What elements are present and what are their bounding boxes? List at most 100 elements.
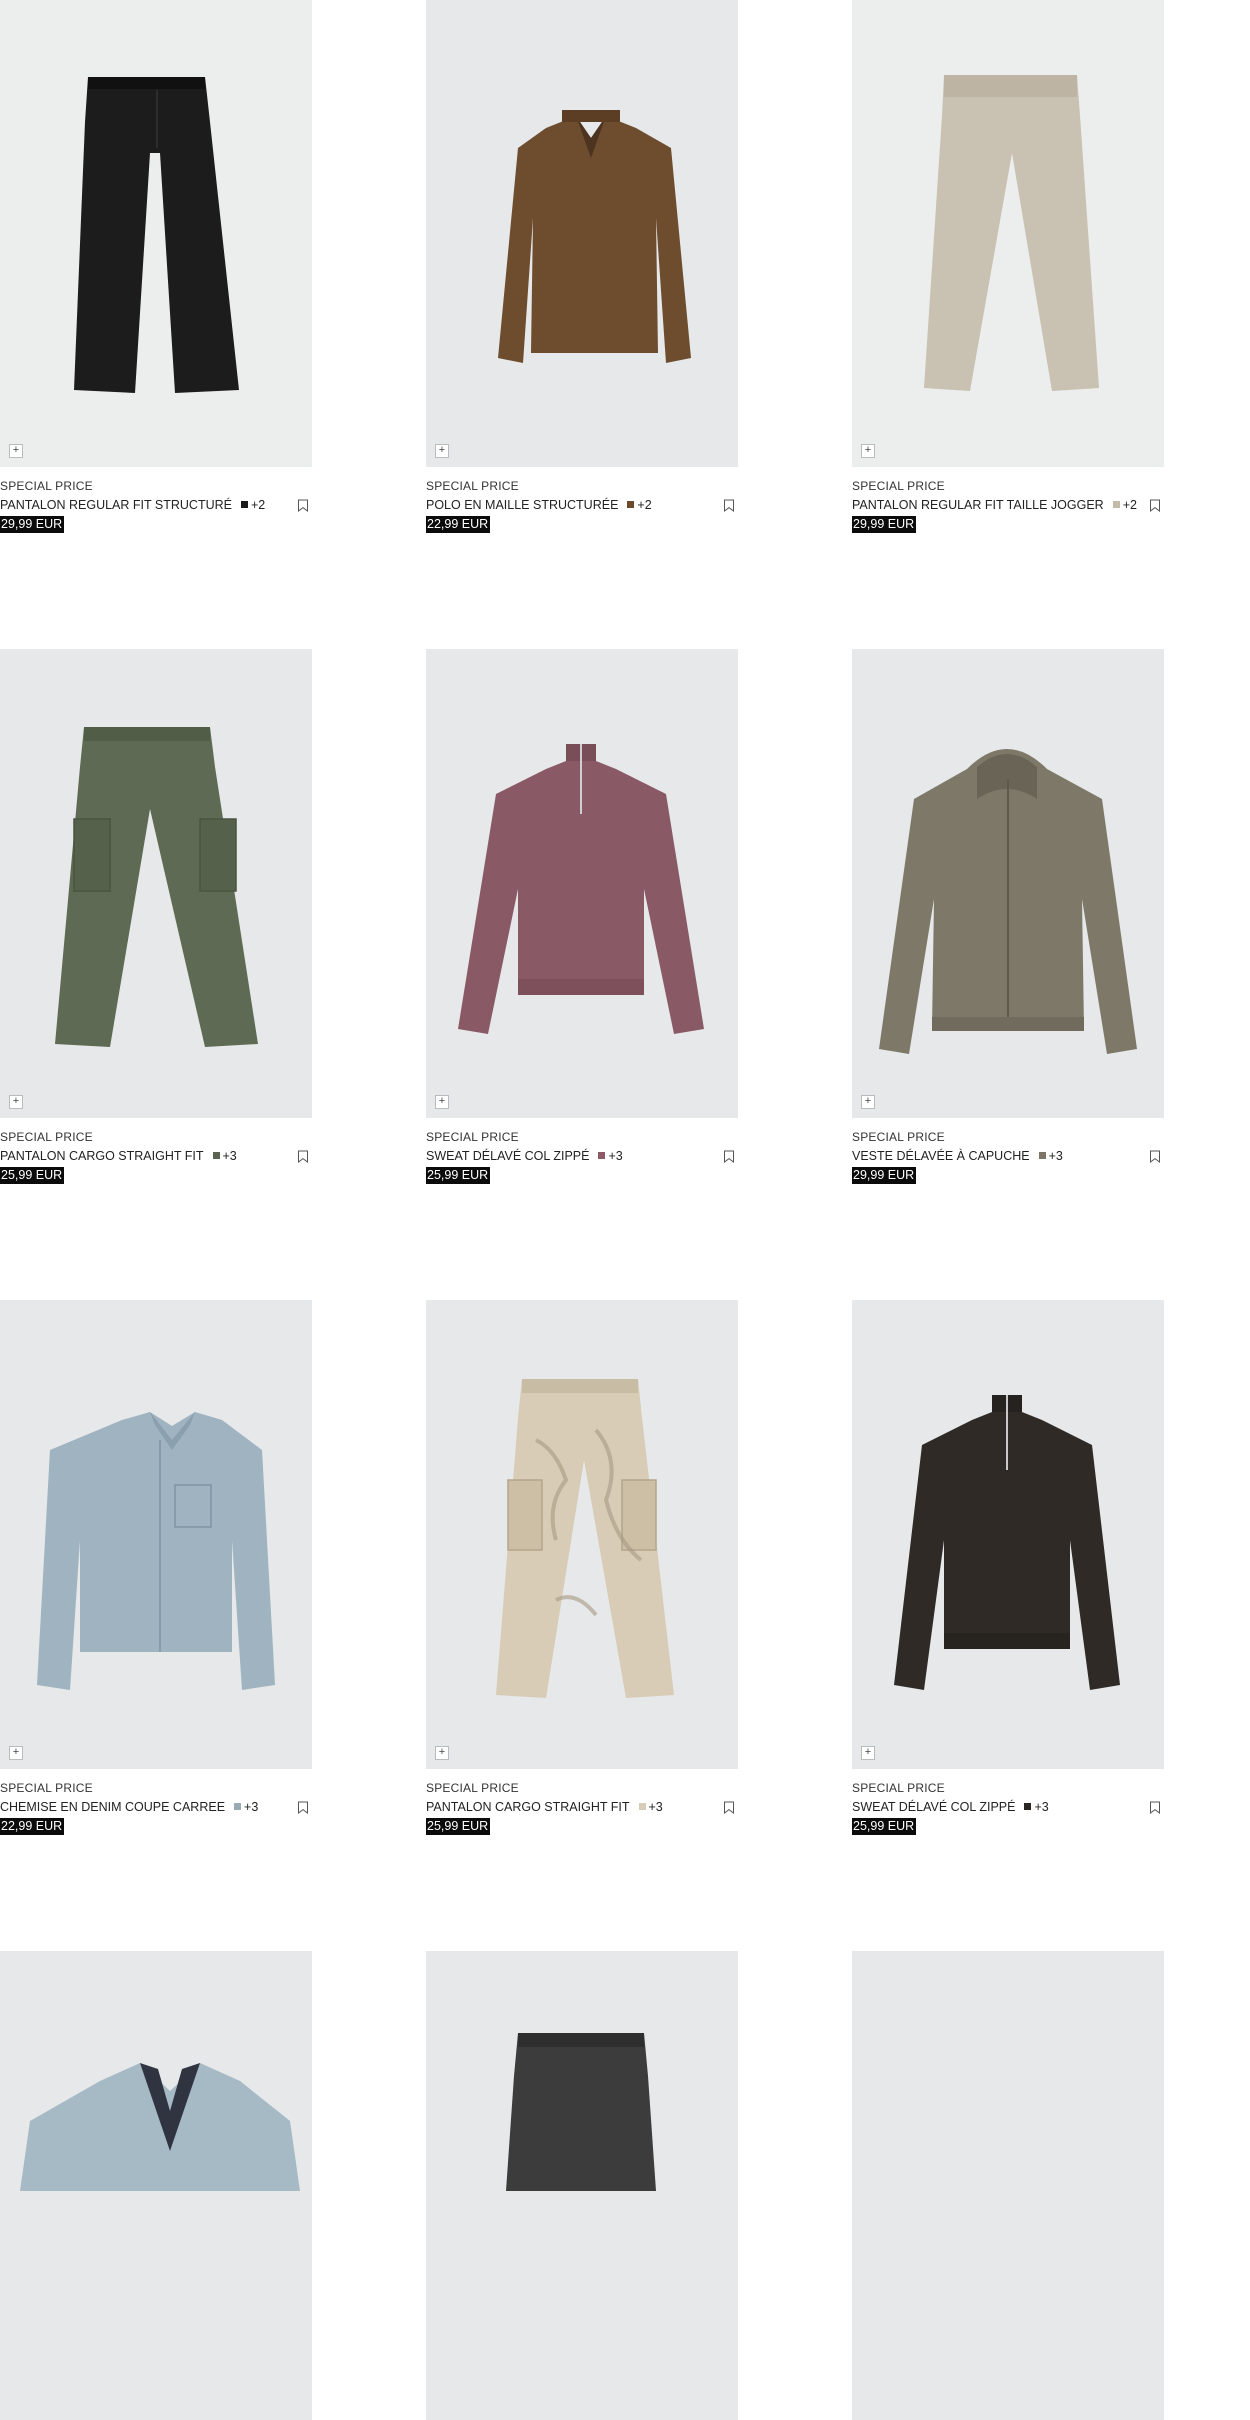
color-swatch[interactable] [234,1803,242,1810]
color-swatch[interactable] [1038,1152,1046,1159]
product-image-dark-zip-sweatshirt[interactable]: + [852,1300,1164,1769]
bookmark-icon[interactable] [297,1150,309,1164]
product-card[interactable]: + SPECIAL PRICE SWEAT DÉLAVÉ COL ZIPPÉ +3 25… [426,649,738,1184]
product-card[interactable] [852,1951,1164,2420]
product-price: 25,99 EUR [852,1818,917,1835]
garment-illustration [20,2063,300,2191]
product-image-grey-hooded-jacket[interactable]: + [852,649,1164,1118]
product-card[interactable]: + SPECIAL PRICE PANTALON REGULAR FIT TAILL… [852,0,1164,533]
product-info: SPECIAL PRICE POLO EN MAILLE STRUCTURÉE +2… [426,467,738,533]
color-swatch[interactable] [1024,1803,1032,1810]
product-image-light-blue-blazer[interactable] [0,1951,312,2420]
special-price-label: SPECIAL PRICE [426,1781,519,1795]
product-name[interactable]: SWEAT DÉLAVÉ COL ZIPPÉ [852,1800,1015,1814]
more-colors-count: +3 [608,1149,623,1163]
product-card[interactable]: + SPECIAL PRICE POLO EN MAILLE STRUCTURÉE +… [426,0,738,533]
garment-illustration [55,727,258,1047]
product-name-row[interactable]: PANTALON CARGO STRAIGHT FIT +3 [426,1800,663,1814]
special-price-label: SPECIAL PRICE [426,479,519,493]
product-grid: + SPECIAL PRICE PANTALON REGULAR FIT STRUC… [0,0,1250,2420]
special-price-label: SPECIAL PRICE [426,1130,519,1144]
product-name[interactable]: PANTALON REGULAR FIT TAILLE JOGGER [852,498,1104,512]
special-price-label: SPECIAL PRICE [0,1781,93,1795]
product-info: SPECIAL PRICE PANTALON CARGO STRAIGHT FIT… [0,1118,312,1184]
product-image-black-trousers[interactable]: + [0,0,312,467]
color-swatch[interactable] [240,501,248,508]
more-colors-count: +3 [222,1149,237,1163]
product-image-camo-cargo-trousers[interactable]: + [426,1300,738,1769]
product-card[interactable]: + SPECIAL PRICE PANTALON CARGO STRAIGHT FI… [426,1300,738,1835]
bookmark-icon[interactable] [723,1801,735,1815]
product-price: 25,99 EUR [0,1167,65,1184]
product-name[interactable]: POLO EN MAILLE STRUCTURÉE [426,498,618,512]
plus-icon[interactable]: + [861,444,875,458]
more-colors-count: +2 [250,498,266,512]
garment-illustration [894,1395,1120,1690]
plus-icon[interactable]: + [435,1095,449,1109]
product-card[interactable]: + SPECIAL PRICE PANTALON CARGO STRAIGHT FI… [0,649,312,1184]
product-name[interactable]: VESTE DÉLAVÉE À CAPUCHE [852,1149,1030,1163]
product-name[interactable]: PANTALON CARGO STRAIGHT FIT [0,1149,204,1163]
color-swatch[interactable] [598,1152,606,1159]
bookmark-icon[interactable] [297,499,309,513]
garment-illustration [496,1379,674,1698]
product-name[interactable]: PANTALON REGULAR FIT STRUCTURÉ [0,498,232,512]
color-swatch[interactable] [638,1803,646,1810]
more-colors-count: +3 [1034,1800,1049,1814]
garment-illustration [37,1412,275,1690]
garment-illustration [924,75,1099,391]
color-swatch[interactable] [1112,501,1120,508]
product-price: 22,99 EUR [426,516,491,533]
product-info: SPECIAL PRICE SWEAT DÉLAVÉ COL ZIPPÉ +3 25,… [426,1118,738,1184]
product-card[interactable] [0,1951,312,2420]
product-card[interactable]: + SPECIAL PRICE CHEMISE EN DENIM COUPE CAR… [0,1300,312,1835]
product-name-row[interactable]: PANTALON REGULAR FIT STRUCTURÉ +2 [0,498,265,512]
bookmark-icon[interactable] [723,499,735,513]
more-colors-count: +2 [637,498,652,512]
special-price-label: SPECIAL PRICE [852,1781,945,1795]
plus-icon[interactable]: + [9,1095,23,1109]
color-swatch[interactable] [212,1152,220,1159]
product-name-row[interactable]: SWEAT DÉLAVÉ COL ZIPPÉ +3 [426,1149,623,1163]
garment-illustration [879,749,1137,1054]
plus-icon[interactable]: + [861,1095,875,1109]
bookmark-icon[interactable] [1149,499,1161,513]
product-info: SPECIAL PRICE PANTALON CARGO STRAIGHT FIT… [426,1769,738,1835]
product-image-product-photo[interactable] [852,1951,1164,2420]
plus-icon[interactable]: + [861,1746,875,1760]
product-price: 29,99 EUR [852,1167,917,1184]
plus-icon[interactable]: + [435,1746,449,1760]
special-price-label: SPECIAL PRICE [0,1130,93,1144]
product-name-row[interactable]: CHEMISE EN DENIM COUPE CARREE +3 [0,1800,258,1814]
product-name[interactable]: SWEAT DÉLAVÉ COL ZIPPÉ [426,1149,589,1163]
product-card[interactable]: + SPECIAL PRICE VESTE DÉLAVÉE À CAPUCHE +3 2… [852,649,1164,1184]
product-image-khaki-cargo-trousers[interactable]: + [0,649,312,1118]
plus-icon[interactable]: + [9,444,23,458]
product-image-brown-knit-polo[interactable]: + [426,0,738,467]
product-name[interactable]: CHEMISE EN DENIM COUPE CARREE [0,1800,225,1814]
plus-icon[interactable]: + [9,1746,23,1760]
product-name[interactable]: PANTALON CARGO STRAIGHT FIT [426,1800,630,1814]
plus-icon[interactable]: + [435,444,449,458]
product-image-light-denim-shirt[interactable]: + [0,1300,312,1769]
product-image-grey-tailored-trousers[interactable] [426,1951,738,2420]
product-name-row[interactable]: VESTE DÉLAVÉE À CAPUCHE +3 [852,1149,1063,1163]
product-price: 29,99 EUR [852,516,917,533]
garment-illustration [74,77,239,393]
bookmark-icon[interactable] [1149,1150,1161,1164]
color-swatch[interactable] [627,501,635,508]
product-name-row[interactable]: PANTALON REGULAR FIT TAILLE JOGGER +2 [852,498,1137,512]
product-image-beige-jogger-trousers[interactable]: + [852,0,1164,467]
product-name-row[interactable]: SWEAT DÉLAVÉ COL ZIPPÉ +3 [852,1800,1049,1814]
special-price-label: SPECIAL PRICE [0,479,93,493]
bookmark-icon[interactable] [723,1150,735,1164]
product-card[interactable]: + SPECIAL PRICE PANTALON REGULAR FIT STRUC… [0,0,312,533]
product-name-row[interactable]: PANTALON CARGO STRAIGHT FIT +3 [0,1149,237,1163]
product-card[interactable] [426,1951,738,2420]
product-card[interactable]: + SPECIAL PRICE SWEAT DÉLAVÉ COL ZIPPÉ +3 25… [852,1300,1164,1835]
bookmark-icon[interactable] [297,1801,309,1815]
product-name-row[interactable]: POLO EN MAILLE STRUCTURÉE +2 [426,498,652,512]
garment-illustration [506,2033,656,2191]
bookmark-icon[interactable] [1149,1801,1161,1815]
product-image-mauve-zip-sweatshirt[interactable]: + [426,649,738,1118]
